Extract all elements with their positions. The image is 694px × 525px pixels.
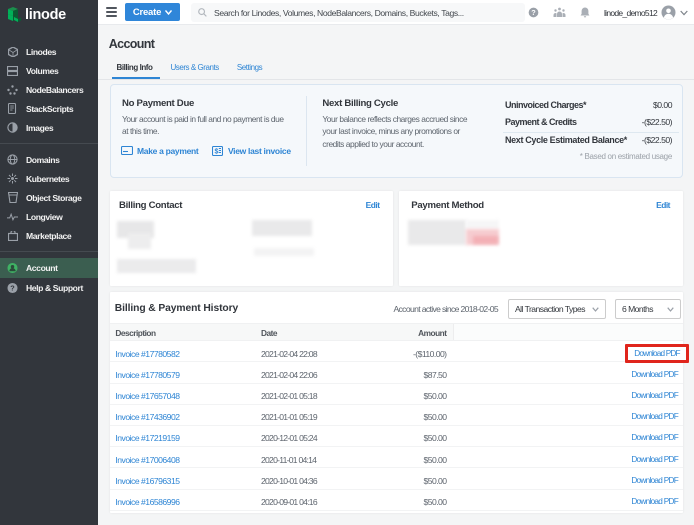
- svg-text:?: ?: [531, 8, 536, 17]
- svg-text:$: $: [215, 148, 219, 155]
- svg-text:?: ?: [10, 283, 15, 292]
